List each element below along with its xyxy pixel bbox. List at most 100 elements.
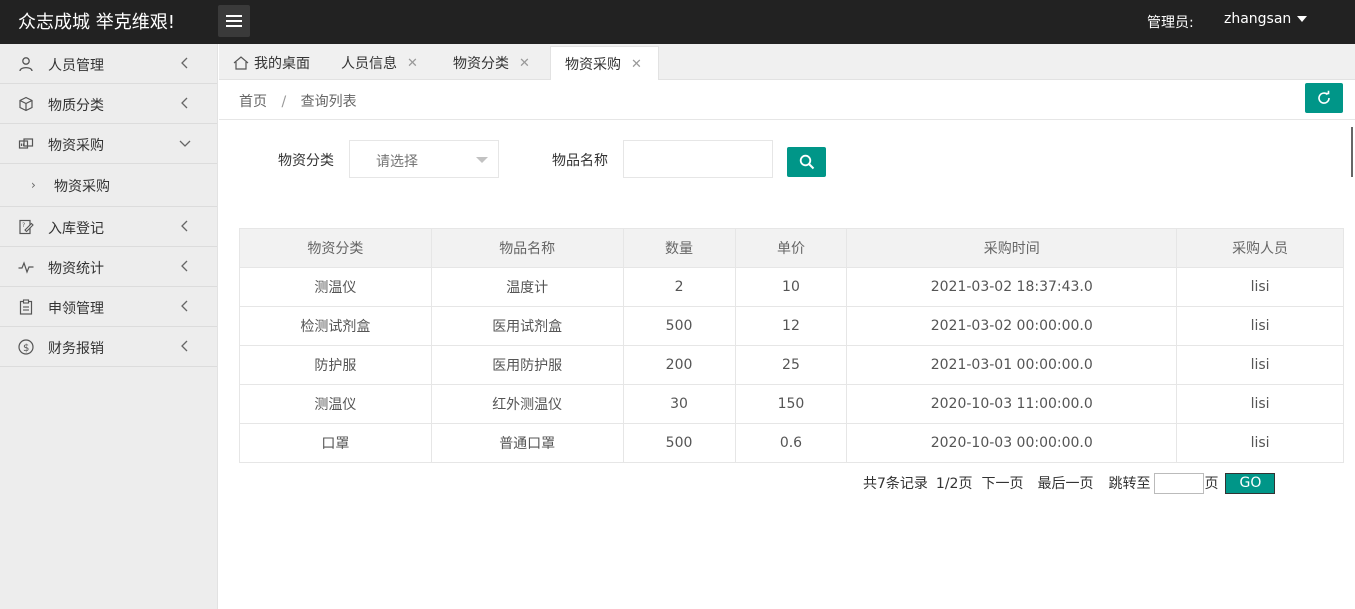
chevron-left-icon xyxy=(181,300,188,312)
table-cell: 普通口罩 xyxy=(430,423,624,463)
column-header: 物资分类 xyxy=(239,228,432,268)
table-cell: lisi xyxy=(1176,306,1344,346)
tab-personnel-info[interactable]: 人员信息 ✕ xyxy=(341,46,418,80)
tab-bar: 我的桌面 人员信息 ✕ 物资分类 ✕ 物资采购 ✕ xyxy=(219,44,1355,81)
table-cell: 防护服 xyxy=(239,345,432,385)
sidebar-item-label: 物资统计 xyxy=(48,261,104,277)
pagination: 共7条记录 1/2页 下一页 最后一页 跳转至 页 GO xyxy=(863,472,1276,494)
close-icon[interactable]: ✕ xyxy=(631,57,642,72)
menu-toggle-button[interactable] xyxy=(218,5,250,37)
app-logo: 众志成城 举克维艰! xyxy=(18,12,175,33)
triangle-down-icon xyxy=(476,157,488,163)
sidebar-item-label: 物资采购 xyxy=(48,138,104,154)
sidebar-subitem-procurement[interactable]: › 物资采购 xyxy=(0,164,217,207)
edit-icon: ? xyxy=(19,219,34,235)
refresh-button[interactable] xyxy=(1305,83,1343,113)
table-cell: 测温仪 xyxy=(239,384,432,424)
table-row: 防护服 医用防护服 200 25 2021-03-01 00:00:00.0 l… xyxy=(239,345,1344,385)
table-cell: 25 xyxy=(734,345,848,385)
close-icon[interactable]: ✕ xyxy=(407,56,418,71)
tab-desktop[interactable]: 我的桌面 xyxy=(233,46,310,80)
tab-label: 我的桌面 xyxy=(254,56,310,72)
table-cell: lisi xyxy=(1176,267,1344,307)
column-header: 采购人员 xyxy=(1176,228,1344,268)
chevron-left-icon xyxy=(181,57,188,69)
chevron-left-icon xyxy=(181,340,188,352)
home-icon xyxy=(233,56,249,70)
table-cell: 200 xyxy=(622,345,736,385)
table-cell: 2021-03-02 00:00:00.0 xyxy=(846,306,1178,346)
close-icon[interactable]: ✕ xyxy=(519,56,530,71)
table-cell: 10 xyxy=(734,267,848,307)
sidebar-item-label: 人员管理 xyxy=(48,58,104,74)
dollar-icon: $ xyxy=(18,339,34,355)
column-header: 物品名称 xyxy=(430,228,624,268)
search-button[interactable] xyxy=(787,147,826,177)
table-cell: 检测试剂盒 xyxy=(239,306,432,346)
column-header: 数量 xyxy=(622,228,736,268)
tab-label: 物资分类 xyxy=(453,56,509,72)
admin-label: 管理员: xyxy=(1147,15,1194,31)
table-cell: 口罩 xyxy=(239,423,432,463)
sidebar-item-requisition[interactable]: 申领管理 xyxy=(0,287,217,327)
table-header-row: 物资分类 物品名称 数量 单价 采购时间 采购人员 xyxy=(239,228,1344,268)
sidebar-item-material-category[interactable]: 物质分类 xyxy=(0,84,217,124)
tab-material-category[interactable]: 物资分类 ✕ xyxy=(453,46,530,80)
breadcrumb-current: 查询列表 xyxy=(300,94,357,110)
table-cell: 红外测温仪 xyxy=(430,384,624,424)
hamburger-icon xyxy=(226,15,242,27)
admin-username: zhangsan xyxy=(1224,11,1292,27)
sidebar-item-finance[interactable]: $ 财务报销 xyxy=(0,327,217,367)
tab-procurement[interactable]: 物资采购 ✕ xyxy=(550,46,659,81)
table-cell: 2020-10-03 00:00:00.0 xyxy=(846,423,1178,463)
sidebar-item-label: 入库登记 xyxy=(48,221,104,237)
table-row: 测温仪 红外测温仪 30 150 2020-10-03 11:00:00.0 l… xyxy=(239,384,1344,424)
breadcrumb: 首页 / 查询列表 xyxy=(239,91,357,111)
scrollbar-thumb[interactable] xyxy=(1351,127,1353,177)
table-cell: 500 xyxy=(622,306,736,346)
table-row: 口罩 普通口罩 500 0.6 2020-10-03 00:00:00.0 li… xyxy=(239,423,1344,463)
sidebar-item-warehousing[interactable]: ? 入库登记 xyxy=(0,207,217,247)
pager-page-suffix: 页 xyxy=(1204,476,1219,492)
sidebar-item-label: 物质分类 xyxy=(48,98,104,114)
sidebar-item-personnel[interactable]: 人员管理 xyxy=(0,44,217,84)
svg-text:?: ? xyxy=(22,222,25,229)
chevron-left-icon xyxy=(181,97,188,109)
tab-label: 人员信息 xyxy=(341,56,397,72)
table-row: 检测试剂盒 医用试剂盒 500 12 2021-03-02 00:00:00.0… xyxy=(239,306,1344,346)
table-cell: 测温仪 xyxy=(239,267,432,307)
pager-page: 1/2页 xyxy=(935,476,973,492)
table-cell: 2021-03-02 18:37:43.0 xyxy=(846,267,1178,307)
table-cell: 500 xyxy=(622,423,736,463)
breadcrumb-home[interactable]: 首页 xyxy=(239,94,267,110)
table-cell: lisi xyxy=(1176,423,1344,463)
procurement-table: 物资分类 物品名称 数量 单价 采购时间 采购人员 测温仪 温度计 2 10 2… xyxy=(239,228,1344,463)
pulse-icon xyxy=(18,261,34,274)
item-name-input[interactable] xyxy=(623,140,773,178)
sidebar-item-label: 申领管理 xyxy=(48,301,104,317)
table-cell: 医用防护服 xyxy=(430,345,624,385)
table-cell: 2 xyxy=(622,267,736,307)
category-select[interactable]: 请选择 xyxy=(349,140,499,178)
sidebar-item-statistics[interactable]: 物资统计 xyxy=(0,247,217,287)
category-select-placeholder: 请选择 xyxy=(376,154,418,170)
cube-icon xyxy=(19,96,33,112)
chevron-left-icon xyxy=(181,220,188,232)
top-bar: 众志成城 举克维艰! 管理员: zhangsan xyxy=(0,0,1355,44)
pager-last-link[interactable]: 最后一页 xyxy=(1037,473,1093,493)
table-row: 测温仪 温度计 2 10 2021-03-02 18:37:43.0 lisi xyxy=(239,267,1344,307)
pager-total: 共7条记录 xyxy=(863,476,928,492)
go-button[interactable]: GO xyxy=(1225,472,1276,494)
table-cell: 12 xyxy=(734,306,848,346)
pager-jump-label: 跳转至 xyxy=(1108,476,1151,492)
admin-user-menu[interactable]: zhangsan xyxy=(1224,11,1308,27)
sidebar-item-procurement[interactable]: 物资采购 xyxy=(0,124,217,164)
table-cell: 温度计 xyxy=(430,267,624,307)
tab-label: 物资采购 xyxy=(565,57,621,73)
sidebar-item-label: 财务报销 xyxy=(48,341,104,357)
caret-down-icon xyxy=(1297,16,1308,22)
pager-next-link[interactable]: 下一页 xyxy=(981,473,1023,493)
chevron-left-icon xyxy=(181,260,188,272)
cart-icon xyxy=(18,138,34,149)
page-jump-input[interactable] xyxy=(1154,472,1205,494)
